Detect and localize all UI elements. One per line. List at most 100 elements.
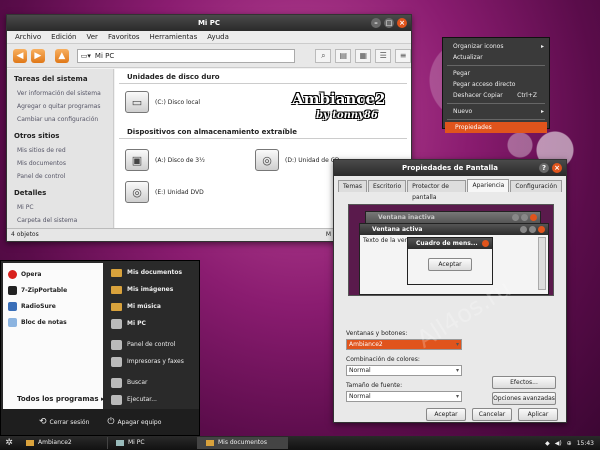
start-button[interactable]: ✲: [0, 438, 18, 448]
ctx-refresh[interactable]: Actualizar: [443, 52, 549, 63]
explorer-titlebar[interactable]: Mi PC – □ ×: [7, 15, 411, 31]
all-programs-button[interactable]: Todos los programas ▸: [17, 395, 105, 403]
menu-edicion[interactable]: Edición: [51, 33, 76, 41]
ctx-new[interactable]: Nuevo ▸: [443, 106, 549, 117]
tab-temas[interactable]: Temas: [338, 180, 367, 192]
close-button[interactable]: ×: [397, 18, 407, 28]
menu-ayuda[interactable]: Ayuda: [207, 33, 229, 41]
link-control-panel[interactable]: Panel de control: [7, 170, 113, 183]
dialog-titlebar[interactable]: Propiedades de Pantalla ? ×: [334, 160, 566, 176]
font-size-label: Tamaño de fuente:: [346, 382, 403, 389]
dialog-close-button[interactable]: ×: [552, 163, 562, 173]
shutdown-button[interactable]: ⏻ Apagar equipo: [107, 417, 161, 427]
explorer-sidebar: Tareas del sistema Ver información del s…: [7, 69, 114, 228]
place-pictures[interactable]: Mis imágenes: [105, 281, 197, 298]
drive-a[interactable]: ▣ (A:) Disco de 3½: [125, 149, 205, 171]
advanced-button[interactable]: Opciones avanzadas: [492, 392, 556, 405]
start-menu-footer: ⟲ Cerrar sesión ⏻ Apagar equipo: [1, 409, 199, 435]
place-documents[interactable]: Mis documentos: [105, 264, 197, 281]
pinned-notepad[interactable]: Bloc de notas: [3, 314, 103, 330]
tab-configuracion[interactable]: Configuración: [510, 180, 562, 192]
network-icon[interactable]: ⊕: [567, 440, 572, 447]
menu-ver[interactable]: Ver: [87, 33, 98, 41]
link-documents[interactable]: Mis documentos: [7, 157, 113, 170]
task-change-setting[interactable]: Cambiar una configuración: [7, 113, 113, 126]
drive-e-label: (E:) Unidad DVD: [155, 188, 204, 196]
volume-icon[interactable]: ◀): [555, 440, 562, 447]
maximize-button[interactable]: □: [384, 18, 394, 28]
ctx-arrange-icons[interactable]: Organizar iconos ▸: [443, 41, 549, 52]
status-count: 4 objetos: [11, 231, 39, 238]
folder-icon: [111, 285, 122, 294]
explorer-title: Mi PC: [197, 19, 221, 27]
drive-c[interactable]: ▭ (C:) Disco local: [125, 91, 200, 113]
tab-apariencia[interactable]: Apariencia: [467, 179, 510, 192]
task-mis-documentos[interactable]: Mis documentos: [198, 437, 288, 449]
up-arrow-icon[interactable]: ▲: [54, 48, 69, 63]
start-menu-pinned: Opera 7-ZipPortable RadioSure Bloc de no…: [3, 263, 103, 409]
logoff-button[interactable]: ⟲ Cerrar sesión: [39, 417, 89, 427]
windows-buttons-label: Ventanas y botones:: [346, 330, 408, 337]
list-view-icon[interactable]: ≡: [395, 48, 412, 63]
font-size-select[interactable]: Normal: [346, 391, 462, 402]
drive-e[interactable]: ◎ (E:) Unidad DVD: [125, 181, 204, 203]
tab-protector[interactable]: Protector de pantalla: [407, 180, 467, 201]
task-mi-pc[interactable]: Mi PC: [108, 437, 198, 449]
context-menu: Organizar iconos ▸ Actualizar Pegar Pegar…: [442, 37, 550, 133]
menu-favoritos[interactable]: Favoritos: [108, 33, 140, 41]
clock[interactable]: 15:43: [577, 440, 594, 447]
notepad-icon: [8, 317, 17, 327]
apply-button[interactable]: Aplicar: [518, 408, 558, 421]
color-scheme-select[interactable]: Normal: [346, 365, 462, 376]
place-printers[interactable]: Impresoras y faxes: [105, 353, 197, 370]
dvd-icon: ◎: [125, 181, 149, 203]
pinned-radiosure[interactable]: RadioSure: [3, 298, 103, 314]
tab-escritorio[interactable]: Escritorio: [367, 180, 407, 192]
logoff-icon: ⟲: [39, 417, 47, 427]
address-text: Mi PC: [94, 51, 115, 60]
effects-button[interactable]: Efectos...: [492, 376, 556, 389]
tray-app-icon[interactable]: ◆: [545, 440, 550, 447]
back-arrow-icon[interactable]: ◀: [13, 48, 27, 63]
task-ambiance2[interactable]: Ambiance2: [18, 437, 108, 449]
preview-message-title: Cuadro de mens...: [416, 240, 478, 247]
task-add-remove[interactable]: Agregar o quitar programas: [7, 100, 113, 113]
link-network[interactable]: Mis sitios de red: [7, 144, 113, 157]
display-properties-dialog: Propiedades de Pantalla ? × Temas Escrit…: [333, 159, 567, 423]
search-icon[interactable]: ⌕: [315, 48, 332, 63]
color-scheme-label: Combinación de colores:: [346, 356, 420, 363]
ctx-paste[interactable]: Pegar: [443, 68, 549, 79]
drive-d[interactable]: ◎ (D:) Unidad de CD: [255, 149, 340, 171]
place-computer[interactable]: Mi PC: [105, 315, 197, 332]
folders-icon[interactable]: ▤: [335, 48, 352, 63]
drive-d-label: (D:) Unidad de CD: [285, 156, 340, 164]
place-control-panel[interactable]: Panel de control: [105, 336, 197, 353]
menu-archivo[interactable]: Archivo: [15, 33, 41, 41]
pinned-7zip[interactable]: 7-ZipPortable: [3, 282, 103, 298]
minimize-button[interactable]: –: [371, 18, 381, 28]
start-menu-places: Mis documentos Mis imágenes Mi música Mi…: [105, 263, 197, 409]
preview-accept-button: Aceptar: [428, 258, 472, 271]
pinned-opera[interactable]: Opera: [3, 266, 103, 282]
preview-active-title: Ventana activa: [372, 226, 423, 233]
place-run[interactable]: Ejecutar...: [105, 391, 197, 408]
address-bar[interactable]: ▭▾ Mi PC: [76, 48, 296, 63]
ctx-properties[interactable]: Propiedades: [445, 122, 547, 133]
view-icon[interactable]: ▦: [355, 48, 372, 63]
ok-button[interactable]: Aceptar: [426, 408, 466, 421]
place-music[interactable]: Mi música: [105, 298, 197, 315]
details-view-icon[interactable]: ☰: [375, 48, 392, 63]
forward-arrow-icon[interactable]: ▶: [30, 48, 45, 63]
appearance-preview: Ventana inactiva Ventana activa Texto de…: [348, 204, 554, 296]
details-header: Detalles: [14, 189, 47, 197]
menu-herramientas[interactable]: Herramientas: [150, 33, 198, 41]
task-system-info[interactable]: Ver información del sistema: [7, 87, 113, 100]
help-button[interactable]: ?: [539, 163, 549, 173]
ctx-paste-shortcut[interactable]: Pegar acceso directo: [443, 79, 549, 90]
dialog-title: Propiedades de Pantalla: [401, 164, 499, 172]
ctx-undo-copy[interactable]: Deshacer Copiar Ctrl+Z: [443, 90, 549, 101]
place-search[interactable]: Buscar: [105, 374, 197, 391]
explorer-toolbar: ◀ ▶ ▲ ▭▾ Mi PC ⌕ ▤ ▦ ☰ ≡: [7, 44, 412, 68]
cancel-button[interactable]: Cancelar: [472, 408, 512, 421]
submenu-arrow-icon: ▸: [540, 43, 544, 50]
